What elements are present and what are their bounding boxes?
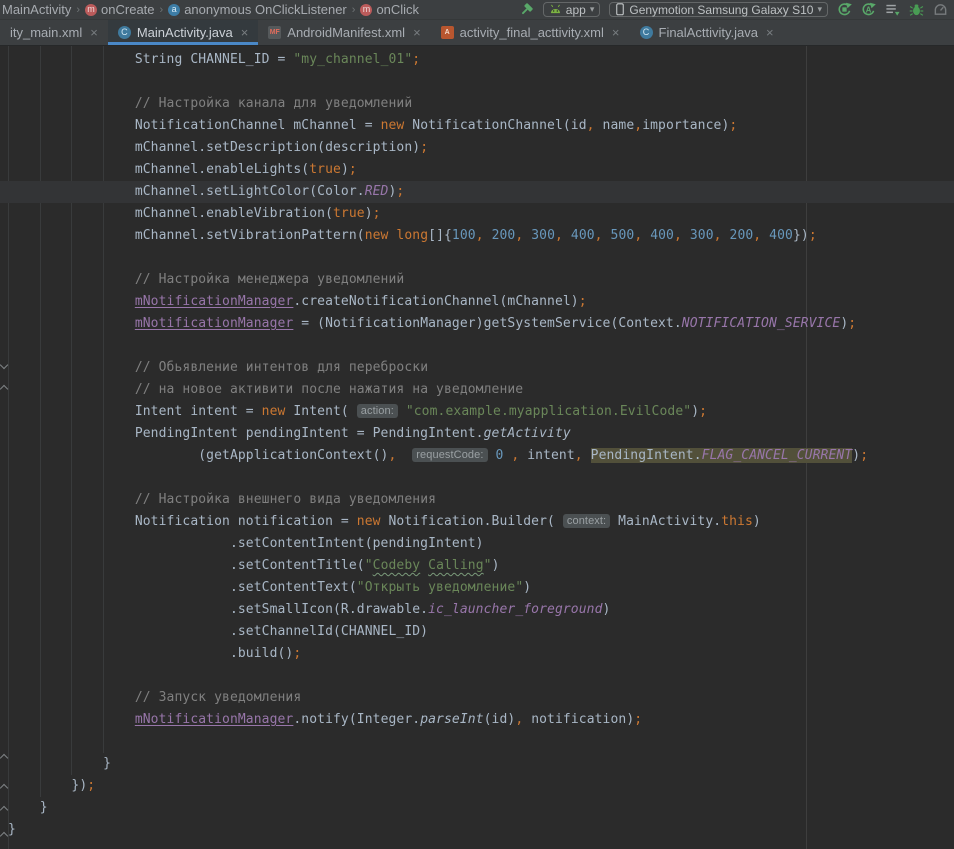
code-line: }); [8, 775, 954, 797]
parameter-hint-chip: context: [563, 514, 610, 528]
breadcrumb-item-oncreate[interactable]: m onCreate [85, 2, 154, 17]
code-line: } [8, 753, 954, 775]
code-editor[interactable]: String CHANNEL_ID = "my_channel_01"; // … [0, 46, 954, 849]
chevron-down-icon: ▾ [590, 4, 595, 15]
parameter-hint-chip: requestCode: [412, 448, 487, 462]
device-label: Genymotion Samsung Galaxy S10 [629, 3, 813, 17]
tab-mainactivity-java[interactable]: C MainActivity.java × [108, 20, 258, 45]
code-line [8, 731, 954, 753]
code-line [8, 467, 954, 489]
code-line: (getApplicationContext(), requestCode: 0… [8, 445, 954, 467]
code-line: NotificationChannel mChannel = new Notif… [8, 115, 954, 137]
breadcrumb-label: anonymous OnClickListener [184, 2, 347, 17]
method-icon: m [85, 4, 97, 16]
run-configuration-label: app [566, 3, 586, 17]
class-file-icon: C [640, 26, 653, 39]
run-toolbar: app ▾ Genymotion Samsung Galaxy S10 ▾ [519, 2, 948, 17]
apply-code-changes-icon[interactable]: A [861, 2, 876, 17]
code-line [8, 71, 954, 93]
close-icon[interactable]: × [413, 25, 421, 40]
code-line: mChannel.setLightColor(Color.RED); [0, 181, 954, 203]
manifest-file-icon: MF [268, 26, 281, 39]
tab-androidmanifest-xml[interactable]: MF AndroidManifest.xml × [258, 20, 430, 45]
phone-icon [615, 3, 625, 16]
rerun-icon[interactable] [837, 2, 852, 17]
attach-debugger-icon[interactable] [885, 2, 900, 17]
code-line: // Настройка менеджера уведомлений [8, 269, 954, 291]
code-line: } [8, 797, 954, 819]
breadcrumb-item-anonymous-onclicklistener[interactable]: a anonymous OnClickListener [168, 2, 347, 17]
code-line [8, 335, 954, 357]
svg-text:A: A [866, 6, 872, 15]
code-line: // Запуск уведомления [8, 687, 954, 709]
breadcrumb-label: onCreate [101, 2, 154, 17]
run-configuration-select[interactable]: app ▾ [543, 2, 601, 17]
code-line: // на новое активити после нажатия на ув… [8, 379, 954, 401]
class-file-icon: C [118, 26, 131, 39]
tab-label: AndroidManifest.xml [287, 25, 405, 40]
code-area[interactable]: String CHANNEL_ID = "my_channel_01"; // … [0, 46, 954, 849]
profiler-icon[interactable] [933, 2, 948, 17]
breadcrumb-item-mainactivity[interactable]: MainActivity [2, 2, 71, 17]
tab-activity-final-acttivity-xml[interactable]: Aactivity_final_acttivity.xml × [431, 20, 630, 45]
tab-label: MainActivity.java [137, 25, 233, 40]
code-line [8, 665, 954, 687]
code-line: mNotificationManager = (NotificationMana… [8, 313, 954, 335]
code-line: mNotificationManager.notify(Integer.pars… [8, 709, 954, 731]
close-icon[interactable]: × [241, 25, 249, 40]
breadcrumb-label: onClick [376, 2, 419, 17]
code-line: .build(); [8, 643, 954, 665]
anonymous-class-icon: a [168, 4, 180, 16]
code-line: mChannel.enableVibration(true); [8, 203, 954, 225]
device-select[interactable]: Genymotion Samsung Galaxy S10 ▾ [609, 2, 828, 17]
code-line: Intent intent = new Intent( action: "com… [8, 401, 954, 423]
code-line [8, 247, 954, 269]
layout-file-icon: A [441, 26, 454, 39]
code-line: .setContentIntent(pendingIntent) [8, 533, 954, 555]
code-line: .setChannelId(CHANNEL_ID) [8, 621, 954, 643]
code-line: // Настройка внешнего вида уведомления [8, 489, 954, 511]
main-toolbar: MainActivity › m onCreate › a anonymous OnClic… [0, 0, 954, 19]
tab-ity-main-xml[interactable]: ity_main.xml × [0, 20, 108, 45]
code-line: // Обьявление интентов для переброски [8, 357, 954, 379]
code-line: // Настройка канала для уведомлений [8, 93, 954, 115]
code-line: } [8, 819, 954, 841]
tab-label: FinalActtivity.java [659, 25, 758, 40]
build-hammer-icon[interactable] [519, 2, 534, 17]
tab-label: ity_main.xml [10, 25, 82, 40]
code-line: mChannel.enableLights(true); [8, 159, 954, 181]
code-line: .setContentText("Открыть уведомление") [8, 577, 954, 599]
code-line: mNotificationManager.createNotificationC… [8, 291, 954, 313]
debug-icon[interactable] [909, 2, 924, 17]
code-line: PendingIntent pendingIntent = PendingInt… [8, 423, 954, 445]
code-line: Notification notification = new Notifica… [8, 511, 954, 533]
code-line: .setSmallIcon(R.drawable.ic_launcher_for… [8, 599, 954, 621]
code-line: mChannel.setDescription(description); [8, 137, 954, 159]
ide-window: MainActivity › m onCreate › a anonymous OnClic… [0, 0, 954, 849]
chevron-down-icon: ▾ [817, 4, 822, 15]
breadcrumb-separator: › [160, 4, 164, 16]
parameter-hint-chip: action: [357, 404, 398, 418]
close-icon[interactable]: × [612, 25, 620, 40]
code-line: .setContentTitle("Codeby Calling") [8, 555, 954, 577]
close-icon[interactable]: × [90, 25, 98, 40]
code-line: String CHANNEL_ID = "my_channel_01"; [8, 49, 954, 71]
close-icon[interactable]: × [766, 25, 774, 40]
tab-finalacttivity-java[interactable]: C FinalActtivity.java × [630, 20, 784, 45]
breadcrumb-separator: › [352, 4, 356, 16]
code-line: mChannel.setVibrationPattern(new long[]{… [8, 225, 954, 247]
breadcrumb-item-onclick[interactable]: m onClick [360, 2, 419, 17]
breadcrumb-separator: › [76, 4, 80, 16]
breadcrumb-label: MainActivity [2, 2, 71, 17]
android-icon [549, 4, 562, 15]
editor-tabs: ity_main.xml × C MainActivity.java × MF Androi… [0, 19, 954, 46]
breadcrumb: MainActivity › m onCreate › a anonymous OnClic… [2, 2, 519, 17]
tab-label: activity_final_acttivity.xml [460, 25, 604, 40]
method-icon: m [360, 4, 372, 16]
